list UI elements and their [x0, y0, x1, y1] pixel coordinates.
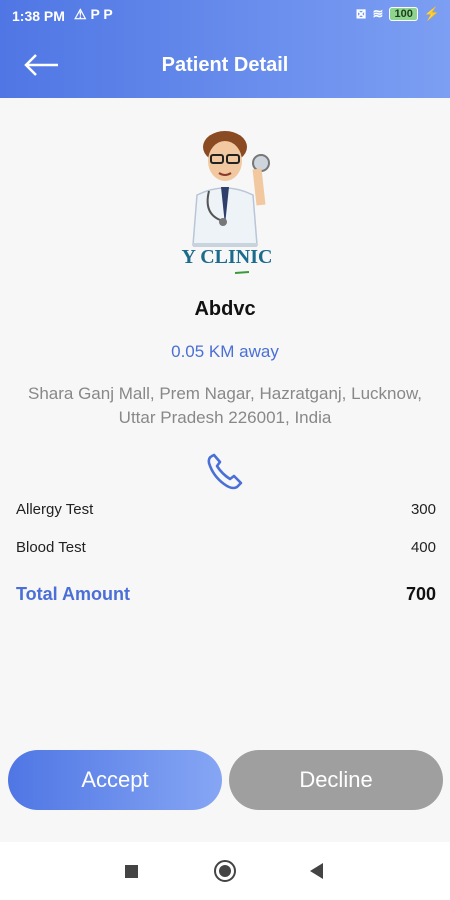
sim-icon: ⊠	[355, 6, 367, 21]
status-time: 1:38 PM	[12, 8, 65, 24]
test-name: Blood Test	[16, 539, 86, 556]
test-amount: 300	[410, 501, 436, 518]
total-label: Total Amount	[16, 584, 130, 604]
app-header: 1:38 PM ⚠ P P ⊠ ≋ 100 ⚡ Patient Detail	[0, 0, 450, 98]
notification-icons: ⚠ P P	[74, 6, 113, 22]
test-name: Allergy Test	[16, 501, 94, 518]
battery-icon: 100	[389, 7, 418, 21]
total-value: 700	[405, 584, 436, 604]
accept-button[interactable]: Accept	[8, 750, 222, 810]
charging-icon: ⚡	[423, 6, 440, 21]
logo-text: Y CLINIC	[182, 246, 273, 268]
phone-icon[interactable]	[204, 450, 246, 492]
nav-back-icon[interactable]	[310, 863, 323, 879]
address-line-1: Shara Ganj Mall, Prem Nagar, Hazratganj,…	[27, 384, 423, 403]
home-icon[interactable]	[214, 860, 236, 882]
wifi-icon: ≋	[372, 6, 384, 21]
decline-button[interactable]: Decline	[229, 750, 443, 810]
test-row: Blood Test 400	[16, 539, 436, 556]
total-row: Total Amount 700	[16, 584, 436, 605]
page-title: Patient Detail	[161, 54, 289, 76]
clinic-logo: Y CLINIC	[182, 131, 273, 274]
status-right: ⊠ ≋ 100 ⚡	[356, 6, 440, 22]
system-nav-bar	[0, 842, 450, 900]
patient-address: Shara Ganj Mall, Prem Nagar, Hazratganj,…	[0, 382, 450, 430]
patient-name: Abdvc	[194, 298, 256, 320]
recents-icon[interactable]	[125, 865, 138, 878]
patient-distance: 0.05 KM away	[171, 342, 279, 361]
test-amount: 400	[410, 539, 436, 556]
status-bar: 1:38 PM ⚠ P P ⊠ ≋ 100 ⚡	[0, 0, 450, 32]
address-line-2: Uttar Pradesh 226001, India	[118, 408, 332, 427]
test-row: Allergy Test 300	[16, 501, 436, 518]
